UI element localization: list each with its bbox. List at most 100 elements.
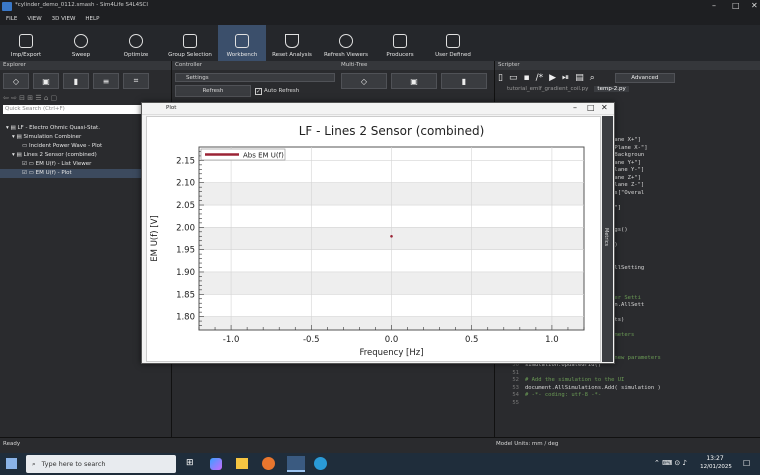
x-tick-label: 1.0 (545, 335, 559, 345)
notification-icon[interactable]: ☐ (743, 459, 750, 468)
y-tick-label: 2.00 (176, 223, 195, 233)
group-selection-button[interactable]: Group Selection (162, 25, 218, 61)
y-tick-label: 2.15 (176, 156, 195, 166)
tab-temp-script[interactable]: temp-2.py (594, 86, 629, 92)
workbench-icon (235, 34, 249, 48)
model-units: Model Units: mm / deg (496, 441, 559, 447)
x-tick-label: -1.0 (223, 335, 240, 345)
optimize-button[interactable]: Optimize (110, 25, 162, 61)
search-icon[interactable]: ⌕ (590, 73, 595, 83)
plot-title-bar: Plot – □ ✕ (142, 103, 614, 115)
line-number: 55 (512, 399, 519, 406)
import-export-button[interactable]: Imp/Export (0, 25, 52, 61)
window-title: *cylinder_demo_0112.smash - Sim4Life S4L… (15, 2, 149, 8)
line-number: 52 (512, 377, 519, 383)
menu-3d-view[interactable]: 3D VIEW (52, 16, 76, 22)
plot-minimize-button[interactable]: – (573, 103, 577, 112)
model-view-icon[interactable]: ◇ (341, 73, 387, 89)
y-tick-label: 1.85 (176, 290, 195, 300)
metrics-side-tab[interactable]: Metrics (602, 116, 613, 362)
run-icon[interactable]: ▶ (549, 73, 556, 83)
analysis-icon[interactable]: ▮ (63, 73, 89, 89)
user-defined-icon (446, 34, 460, 48)
code-line: 53 document.AllSimulations.Add( simulatio… (495, 385, 760, 393)
maximize-button[interactable]: □ (732, 1, 740, 10)
settings-icon[interactable]: ≡ (93, 73, 119, 89)
chart-svg: 1.80 1.85 1.90 1.95 2.00 2.05 2.10 2.15 -1.0 -0.5… (150, 124, 585, 358)
explorer-title: Explorer (0, 61, 171, 70)
taskbar-search-box[interactable]: ⌕ Type here to search (26, 455, 176, 473)
firefox-icon[interactable] (262, 457, 275, 470)
tab-tutorial-script[interactable]: tutorial_emlf_gradient_coil.py (507, 86, 588, 92)
refresh-viewers-icon (339, 34, 353, 48)
x-tick-label: 0.5 (465, 335, 479, 345)
clock-time: 13:27 (706, 455, 724, 462)
sim4life-taskbar-icon[interactable] (287, 456, 305, 472)
menu-view[interactable]: VIEW (27, 16, 41, 22)
y-tick-label: 2.10 (176, 179, 195, 189)
windows-start-icon[interactable] (6, 458, 17, 469)
controller-title: Controller (172, 61, 338, 70)
code-text: document.AllSimulations.Add( simulation … (525, 384, 661, 391)
code-text: # -*- coding: utf-8 -*- (525, 392, 602, 398)
edge-icon[interactable] (314, 457, 327, 470)
filter-icon[interactable]: ⌗ (123, 73, 149, 89)
scripter-toolbar: ▯ ▭ ▪ /* ▶ ⏯ ▤ ⌕ Advanced (495, 70, 760, 86)
y-tick-label: 1.95 (176, 246, 195, 256)
code-line: 54 # -*- coding: utf-8 -*- (495, 392, 760, 400)
menu-file[interactable]: FILE (6, 16, 17, 22)
y-tick-label: 2.05 (176, 201, 195, 211)
status-bar: Ready Model Units: mm / deg (0, 437, 760, 453)
plot-window: Plot – □ ✕ 1.80 1.85 1.90 1.95 2.00 2.05 2.10 2… (141, 102, 615, 364)
windows-taskbar: ⌕ Type here to search ⊞ ⌃ ⌨ ⊙ ♪ 13:27 12… (0, 453, 760, 475)
cube-icon[interactable]: ◇ (3, 73, 29, 89)
optimize-icon (129, 34, 143, 48)
user-defined-button[interactable]: User Defined (426, 25, 480, 61)
line-number: 53 (512, 384, 519, 391)
open-folder-icon[interactable]: ▭ (509, 73, 518, 83)
refresh-button[interactable]: Refresh (175, 85, 251, 97)
search-icon: ⌕ (32, 459, 36, 468)
reset-analysis-button[interactable]: Reset Analysis (266, 25, 318, 61)
new-file-icon[interactable]: ▯ (498, 73, 503, 83)
mode-dropdown[interactable]: Advanced (614, 73, 675, 83)
menu-help[interactable]: HELP (85, 16, 99, 22)
y-tick-label: 1.80 (176, 313, 195, 323)
chart-title: LF - Lines 2 Sensor (combined) (299, 124, 485, 138)
plot-maximize-button[interactable]: □ (587, 103, 595, 112)
close-button[interactable]: ✕ (751, 1, 758, 10)
settings-dropdown[interactable]: Settings (175, 73, 335, 82)
plot-window-title: Plot (166, 105, 177, 111)
tray-icons[interactable]: ⌃ ⌨ ⊙ ♪ (654, 459, 687, 467)
y-tick-label: 1.90 (176, 268, 195, 278)
simulation-view-icon[interactable]: ▣ (391, 73, 437, 89)
comment-icon[interactable]: /* (536, 73, 544, 83)
sweep-button[interactable]: Sweep (52, 25, 110, 61)
producers-button[interactable]: Producers (374, 25, 426, 61)
status-text: Ready (3, 441, 21, 447)
x-axis-label: Frequency [Hz] (359, 348, 423, 358)
auto-refresh-checkbox[interactable]: ✓ Auto Refresh (255, 85, 299, 97)
refresh-viewers-button[interactable]: Refresh Viewers (318, 25, 374, 61)
plot-close-button[interactable]: ✕ (601, 103, 608, 112)
reset-analysis-icon (285, 34, 299, 48)
minimize-button[interactable]: – (712, 1, 716, 10)
clock-date: 12/01/2025 (700, 464, 732, 470)
workbench-button[interactable]: Workbench (218, 25, 266, 61)
scripter-title: Scripter (495, 61, 760, 70)
analysis-view-icon[interactable]: ▮ (441, 73, 487, 89)
debug-icon[interactable]: ▤ (575, 73, 584, 83)
explorer-toolbar: ◇ ▣ ▮ ≡ ⌗ (0, 70, 171, 92)
scripter-tabs: tutorial_emlf_gradient_coil.py temp-2.py (495, 86, 760, 92)
file-explorer-icon[interactable] (236, 458, 248, 469)
task-view-icon[interactable]: ⊞ (186, 458, 194, 468)
title-bar: *cylinder_demo_0112.smash - Sim4Life S4L… (0, 0, 760, 13)
copilot-icon[interactable] (210, 458, 222, 470)
run-selection-icon[interactable]: ⏯ (562, 73, 569, 83)
plot-area: 1.80 1.85 1.90 1.95 2.00 2.05 2.10 2.15 -1.0 -0.5… (146, 116, 601, 362)
producers-icon (393, 34, 407, 48)
multi-tree-toolbar: ◇ ▣ ▮ (338, 70, 494, 92)
simulation-icon[interactable]: ▣ (33, 73, 59, 89)
save-icon[interactable]: ▪ (523, 73, 529, 83)
app-logo-icon (2, 2, 12, 11)
